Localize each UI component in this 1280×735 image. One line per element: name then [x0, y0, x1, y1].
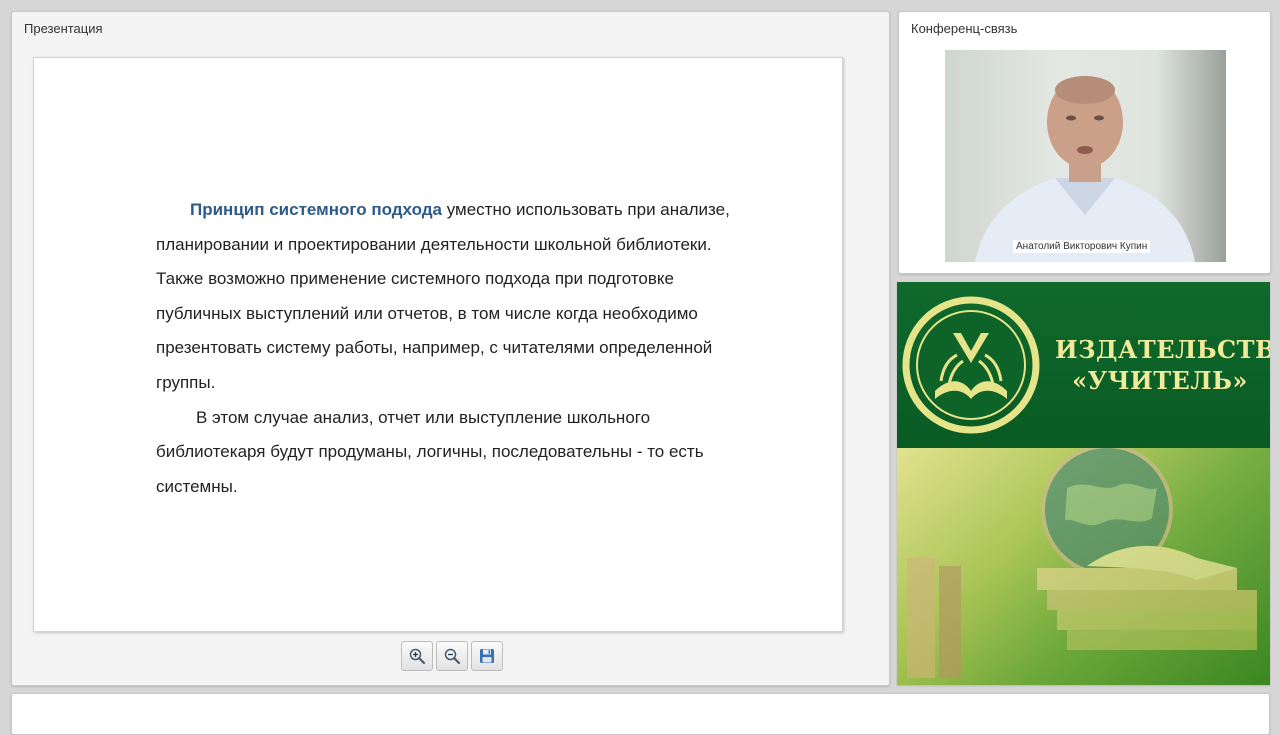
- slide-highlight: Принцип системного подхода: [190, 200, 442, 219]
- publisher-banner-header: ИЗДАТЕЛЬСТВО «УЧИТЕЛЬ»: [897, 282, 1270, 448]
- presentation-title: Презентация: [24, 21, 103, 36]
- slide: Принцип системного подхода уместно испол…: [33, 57, 843, 632]
- zoom-in-button[interactable]: [401, 641, 433, 671]
- conference-panel: Конференц-связь Анатолий Викторович Купи…: [898, 11, 1271, 274]
- slide-toolbar: [401, 641, 503, 671]
- slide-paragraph-1: Принцип системного подхода уместно испол…: [156, 193, 756, 401]
- books-globe-illustration: [897, 448, 1270, 685]
- save-button[interactable]: [471, 641, 503, 671]
- speaker-figure: [975, 76, 1195, 262]
- conference-title: Конференц-связь: [911, 21, 1018, 36]
- bottom-panel: [11, 693, 1270, 735]
- publisher-title: ИЗДАТЕЛЬСТВО «УЧИТЕЛЬ»: [1055, 334, 1270, 396]
- publisher-banner-image: [897, 448, 1270, 685]
- publisher-title-line1: ИЗДАТЕЛЬСТВО: [1055, 335, 1270, 364]
- speaker-name: Анатолий Викторович Купин: [1013, 240, 1151, 253]
- zoom-in-icon: [409, 648, 426, 665]
- zoom-out-icon: [444, 648, 461, 665]
- video-feed[interactable]: Анатолий Викторович Купин: [945, 50, 1226, 262]
- presentation-panel: Презентация Принцип системного подхода у…: [11, 11, 890, 686]
- slide-paragraph-2: В этом случае анализ, отчет или выступле…: [156, 407, 704, 496]
- publisher-banner[interactable]: ИЗДАТЕЛЬСТВО «УЧИТЕЛЬ»: [897, 282, 1270, 685]
- slide-paragraph-1-rest: уместно использовать при анализе, планир…: [156, 200, 730, 392]
- publisher-title-line2: «УЧИТЕЛЬ»: [1072, 366, 1248, 395]
- slide-text: Принцип системного подхода уместно испол…: [156, 193, 756, 504]
- publisher-logo-icon: [902, 296, 1040, 434]
- zoom-out-button[interactable]: [436, 641, 468, 671]
- floppy-disk-icon: [480, 649, 494, 663]
